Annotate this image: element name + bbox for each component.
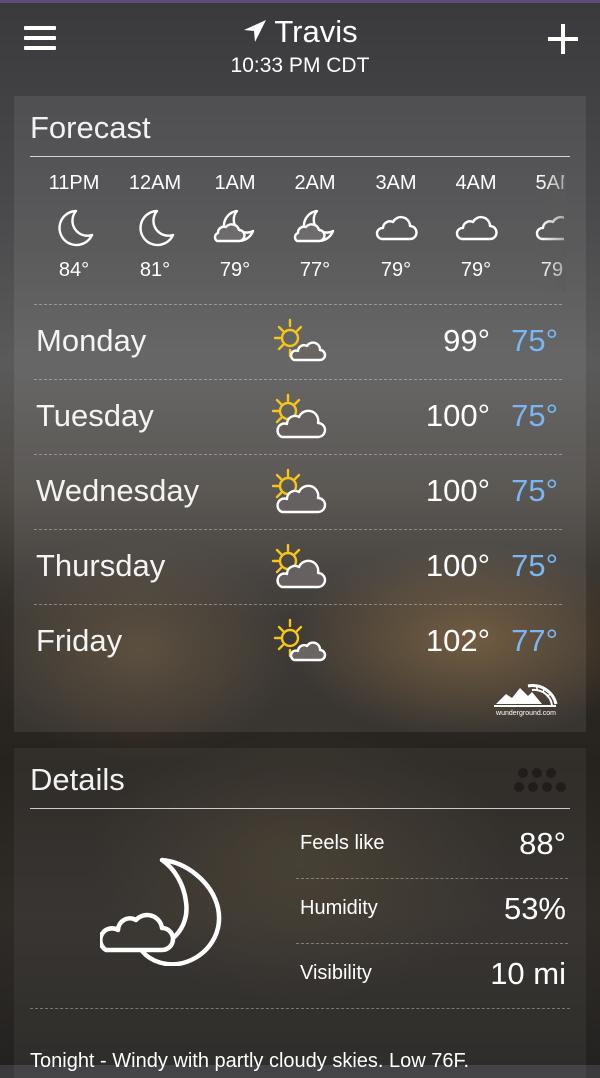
provider-name: wunderground.com (496, 710, 556, 717)
details-list: Feels like 88° Humidity 53% Visibility 1… (296, 814, 568, 1008)
daily-row-friday[interactable]: Friday 102° 77° (34, 606, 566, 680)
mostly-cloudy-sun-icon (270, 543, 328, 593)
location-arrow-icon (244, 19, 267, 42)
detail-label: Feels like (300, 832, 385, 854)
moon-icon (133, 207, 177, 251)
moon-cloud-icon (291, 207, 339, 251)
moon-cloud-icon (100, 857, 222, 966)
daily-row-tuesday[interactable]: Tuesday 100° 75° (34, 381, 566, 455)
hourly-item: 3AM 79° (356, 172, 436, 282)
detail-feels-like: Feels like 88° (296, 814, 568, 878)
hourly-item: 2AM 77° (275, 172, 355, 282)
hour-temp: 79° (219, 259, 251, 281)
hour-temp: 79° (380, 259, 412, 281)
low-temp: 77° (511, 623, 558, 658)
forecast-divider (30, 156, 570, 157)
hour-label: 3AM (375, 172, 417, 194)
hour-label: 2AM (294, 172, 336, 194)
details-card: Details Feels like 88° Humidity 53% Visi… (14, 748, 586, 1078)
row-divider (30, 1008, 570, 1009)
cloud-icon (372, 207, 420, 251)
low-temp: 75° (511, 323, 558, 358)
row-divider (34, 529, 562, 530)
detail-label: Humidity (300, 897, 378, 919)
row-divider (34, 304, 562, 305)
hour-temp: 84° (58, 259, 90, 281)
hour-temp: 77° (299, 259, 331, 281)
row-divider (34, 454, 562, 455)
high-temp: 102° (425, 623, 490, 658)
hourly-item: 1AM 79° (195, 172, 275, 282)
status-accent-line (0, 0, 600, 3)
cloud-icon (452, 207, 500, 251)
low-temp: 75° (511, 548, 558, 583)
day-name: Monday (36, 323, 147, 358)
high-temp: 100° (425, 548, 490, 583)
forecast-title: Forecast (30, 110, 151, 145)
mostly-cloudy-sun-icon (270, 468, 328, 518)
mostly-cloudy-sun-icon (270, 393, 328, 443)
hour-label: 1AM (214, 172, 256, 194)
location-name: Travis (274, 14, 358, 49)
high-temp: 100° (425, 398, 490, 433)
hourly-forecast[interactable]: 11PM 84° 12AM 81° 1AM 79° 2AM 77° 3AM 79… (34, 172, 564, 292)
hourly-item: 12AM 81° (115, 172, 195, 282)
day-name: Thursday (36, 548, 166, 583)
detail-visibility: Visibility 10 mi (296, 944, 568, 1008)
day-name: Friday (36, 623, 123, 658)
scroll-fade (540, 172, 566, 292)
row-divider (34, 379, 562, 380)
current-time: 10:33 PM CDT (230, 54, 370, 77)
detail-value: 10 mi (490, 956, 566, 991)
add-location-button[interactable] (546, 22, 580, 56)
details-title: Details (30, 762, 125, 797)
hourly-item: 4AM 79° (436, 172, 516, 282)
hour-label: 4AM (455, 172, 497, 194)
daily-row-monday[interactable]: Monday 99° 75° (34, 306, 566, 380)
detail-value: 53% (503, 891, 566, 926)
daily-row-wednesday[interactable]: Wednesday 100° 75° (34, 456, 566, 530)
moon-icon (52, 207, 96, 251)
high-temp: 100° (425, 473, 490, 508)
page-dots-icon (514, 768, 570, 794)
forecast-card: Forecast 11PM 84° 12AM 81° 1AM 79° 2AM 7… (14, 96, 586, 732)
day-name: Tuesday (36, 398, 154, 433)
weather-summary: Tonight - Windy with partly cloudy skies… (30, 1050, 470, 1072)
row-divider (34, 604, 562, 605)
wunderground-logo[interactable]: wunderground.com (492, 678, 560, 718)
partly-sunny-icon (270, 618, 328, 668)
low-temp: 75° (511, 398, 558, 433)
partly-sunny-icon (270, 318, 328, 368)
detail-value: 88° (519, 826, 566, 861)
location-header[interactable]: Travis (0, 14, 600, 50)
hour-temp: 81° (139, 259, 171, 281)
day-name: Wednesday (36, 473, 200, 508)
hourly-item: 11PM 84° (34, 172, 114, 282)
detail-label: Visibility (300, 962, 372, 984)
low-temp: 75° (511, 473, 558, 508)
detail-humidity: Humidity 53% (296, 879, 568, 943)
hour-temp: 79° (460, 259, 492, 281)
details-divider (30, 808, 570, 809)
hour-label: 11PM (48, 172, 100, 194)
hour-label: 12AM (128, 172, 182, 194)
high-temp: 99° (443, 323, 490, 358)
wunderground-icon (494, 684, 558, 707)
moon-cloud-icon (211, 207, 259, 251)
daily-row-thursday[interactable]: Thursday 100° 75° (34, 531, 566, 605)
